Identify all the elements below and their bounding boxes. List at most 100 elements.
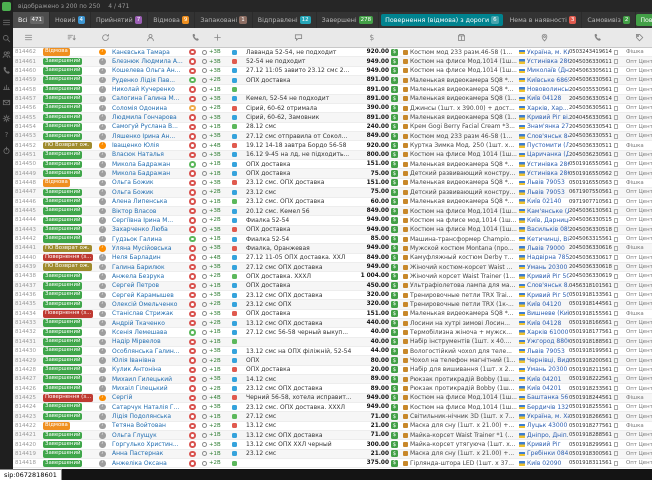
copy-icon[interactable] (614, 152, 618, 157)
status-tab[interactable]: Новий4 (50, 12, 91, 28)
copy-icon[interactable] (614, 50, 618, 55)
copy-icon[interactable] (614, 199, 618, 204)
table-row[interactable]: 814448ВідмоваiОльга Божик+3В23.12 смс. О… (13, 179, 652, 188)
copy-icon[interactable] (614, 106, 618, 111)
copy-icon[interactable] (614, 395, 618, 400)
table-row[interactable]: 814447ЗавершенийiОльга Божик+2В23.12 смс… (13, 188, 652, 197)
customer-name-link[interactable]: Ольга Божик (112, 188, 189, 196)
refresh-icon[interactable] (99, 28, 112, 47)
info-icon[interactable]: i (99, 226, 106, 233)
customer-name-link[interactable]: Тетяна Войтован (112, 422, 189, 430)
copy-icon[interactable] (614, 255, 618, 260)
table-row[interactable]: 814428ЗавершенийiКулик Антоніна+1ВОПХ до… (13, 366, 652, 375)
table-row[interactable]: 814441ПО Возврат ож.iУляна Мусійовська+3… (13, 244, 652, 253)
call-icon[interactable] (189, 348, 196, 355)
call-icon[interactable] (189, 339, 196, 346)
customer-name-link[interactable]: Канєвська Тамара (112, 48, 189, 56)
info-icon[interactable]: i (99, 208, 106, 215)
copy-icon[interactable] (614, 162, 618, 167)
info-icon[interactable]: i (99, 311, 106, 318)
customer-name-link[interactable]: Іващенко Юлія (112, 141, 189, 149)
info-icon[interactable]: i (99, 96, 106, 103)
status-tab[interactable]: Відправлені12 (253, 12, 317, 28)
table-row[interactable]: 814451ЗавершенийiВласюк Наталья+3В16.12 … (13, 151, 652, 160)
customer-name-link[interactable]: Людмила Гончарова (112, 113, 189, 121)
copy-icon[interactable] (614, 209, 618, 214)
info-icon[interactable]: i (99, 58, 106, 65)
customer-name-link[interactable]: Сергей Петров (112, 282, 189, 290)
plus-icon[interactable] (202, 28, 232, 47)
call-icon[interactable] (189, 142, 196, 149)
table-row[interactable]: 814462ВідмоваiКанєвська Тамара+3ВЛаванда… (13, 48, 652, 57)
customer-name-link[interactable]: Надір Мірвелов (112, 338, 189, 346)
copy-icon[interactable] (614, 180, 618, 185)
table-row[interactable]: 814455ЗавершенийiЛюдмила Гончарова+3ВСір… (13, 113, 652, 122)
copy-icon[interactable] (614, 227, 618, 232)
customer-name-link[interactable]: Ольга Глущук (112, 431, 189, 439)
table-row[interactable]: 814452ПО Возврат ож.iІващенко Юлія+4В19.… (13, 141, 652, 150)
copy-icon[interactable] (614, 96, 618, 101)
table-row[interactable]: 814446ЗавершенийiАлена Липенська+1В23.12… (13, 198, 652, 207)
call-icon[interactable] (189, 189, 196, 196)
mail-icon[interactable] (2, 98, 11, 107)
table-row[interactable]: 814457ЗавершенийiСалогина Галина М...+3В… (13, 95, 652, 104)
search-icon[interactable] (2, 34, 11, 43)
customer-name-link[interactable]: Салогина Галина М... (112, 95, 189, 103)
call-icon[interactable] (189, 432, 196, 439)
call-icon[interactable] (189, 301, 196, 308)
power-icon[interactable] (2, 146, 11, 155)
copy-icon[interactable] (614, 405, 618, 410)
call-icon[interactable] (189, 320, 196, 327)
table-row[interactable]: 814421ЗавершенийiОльга Глущук+1В13.12 см… (13, 431, 652, 440)
customer-name-link[interactable]: Руденко Лідія Пав... (112, 76, 189, 84)
info-icon[interactable]: i (99, 217, 106, 224)
call-icon[interactable] (189, 385, 196, 392)
table-row[interactable]: 814442ЗавершенийiГудзьок Галина+1ВФиалка… (13, 235, 652, 244)
status-tab[interactable]: Повернення (відмова) з дороги6 (381, 14, 502, 26)
call-icon[interactable] (189, 460, 196, 467)
customer-name-link[interactable]: Станіслав Стрижак (112, 310, 189, 318)
gear-icon[interactable] (2, 114, 11, 123)
customer-name-link[interactable]: Сатарчук Наталія Г... (112, 403, 189, 411)
copy-icon[interactable] (614, 302, 618, 307)
table-row[interactable]: 814434Повернення (з...iСтаніслав Стрижак… (13, 310, 652, 319)
info-icon[interactable]: i (99, 329, 106, 336)
info-icon[interactable]: i (99, 180, 106, 187)
customer-name-link[interactable]: Галина Барилюк (112, 263, 189, 271)
info-icon[interactable]: i (99, 142, 106, 149)
info-icon[interactable]: i (99, 301, 106, 308)
info-icon[interactable]: i (99, 395, 106, 402)
customer-name-link[interactable]: Соломія Одонина (112, 104, 189, 112)
info-icon[interactable]: i (99, 348, 106, 355)
copy-icon[interactable] (614, 349, 618, 354)
menu-icon[interactable] (2, 18, 11, 27)
table-row[interactable]: 814459ЗавершенийiРуденко Лідія Пав...+2В… (13, 76, 652, 85)
tag-icon[interactable] (626, 28, 652, 47)
table-row[interactable]: 814460ЗавершенийiКошелева Ольга Ан...+3В… (13, 67, 652, 76)
call-icon[interactable] (189, 264, 196, 271)
table-row[interactable]: 814445ЗавершенийiВіктор Власов+3В20.12 с… (13, 207, 652, 216)
call-icon[interactable] (189, 208, 196, 215)
call-icon[interactable] (189, 395, 196, 402)
copy-icon[interactable] (614, 442, 618, 447)
info-icon[interactable]: i (99, 264, 106, 271)
call-icon[interactable] (189, 226, 196, 233)
call-icon[interactable] (189, 292, 196, 299)
call-icon[interactable] (189, 124, 196, 131)
customer-name-link[interactable]: Анжеліка Оксана (112, 459, 189, 467)
table-row[interactable]: 814422ВідмоваiТетяна Войтован+2В13.12 см… (13, 422, 652, 431)
customer-name-link[interactable]: Ольга Божик (112, 179, 189, 187)
table-row[interactable]: 814449ЗавершенийiМикола Бадражан+1ВОПХ д… (13, 169, 652, 178)
copy-icon[interactable] (614, 339, 618, 344)
copy-icon[interactable] (614, 59, 618, 64)
info-icon[interactable]: i (99, 283, 106, 290)
copy-icon[interactable] (614, 414, 618, 419)
customer-name-link[interactable]: Сергій (112, 394, 189, 402)
info-icon[interactable]: i (99, 245, 106, 252)
status-tab[interactable]: Прийнятий7 (91, 12, 148, 28)
customer-name-link[interactable]: Захарченко Люба (112, 226, 189, 234)
users-icon[interactable] (2, 50, 11, 59)
call-icon[interactable] (189, 217, 196, 224)
money-icon[interactable]: $ (351, 28, 391, 47)
info-icon[interactable]: i (99, 124, 106, 131)
